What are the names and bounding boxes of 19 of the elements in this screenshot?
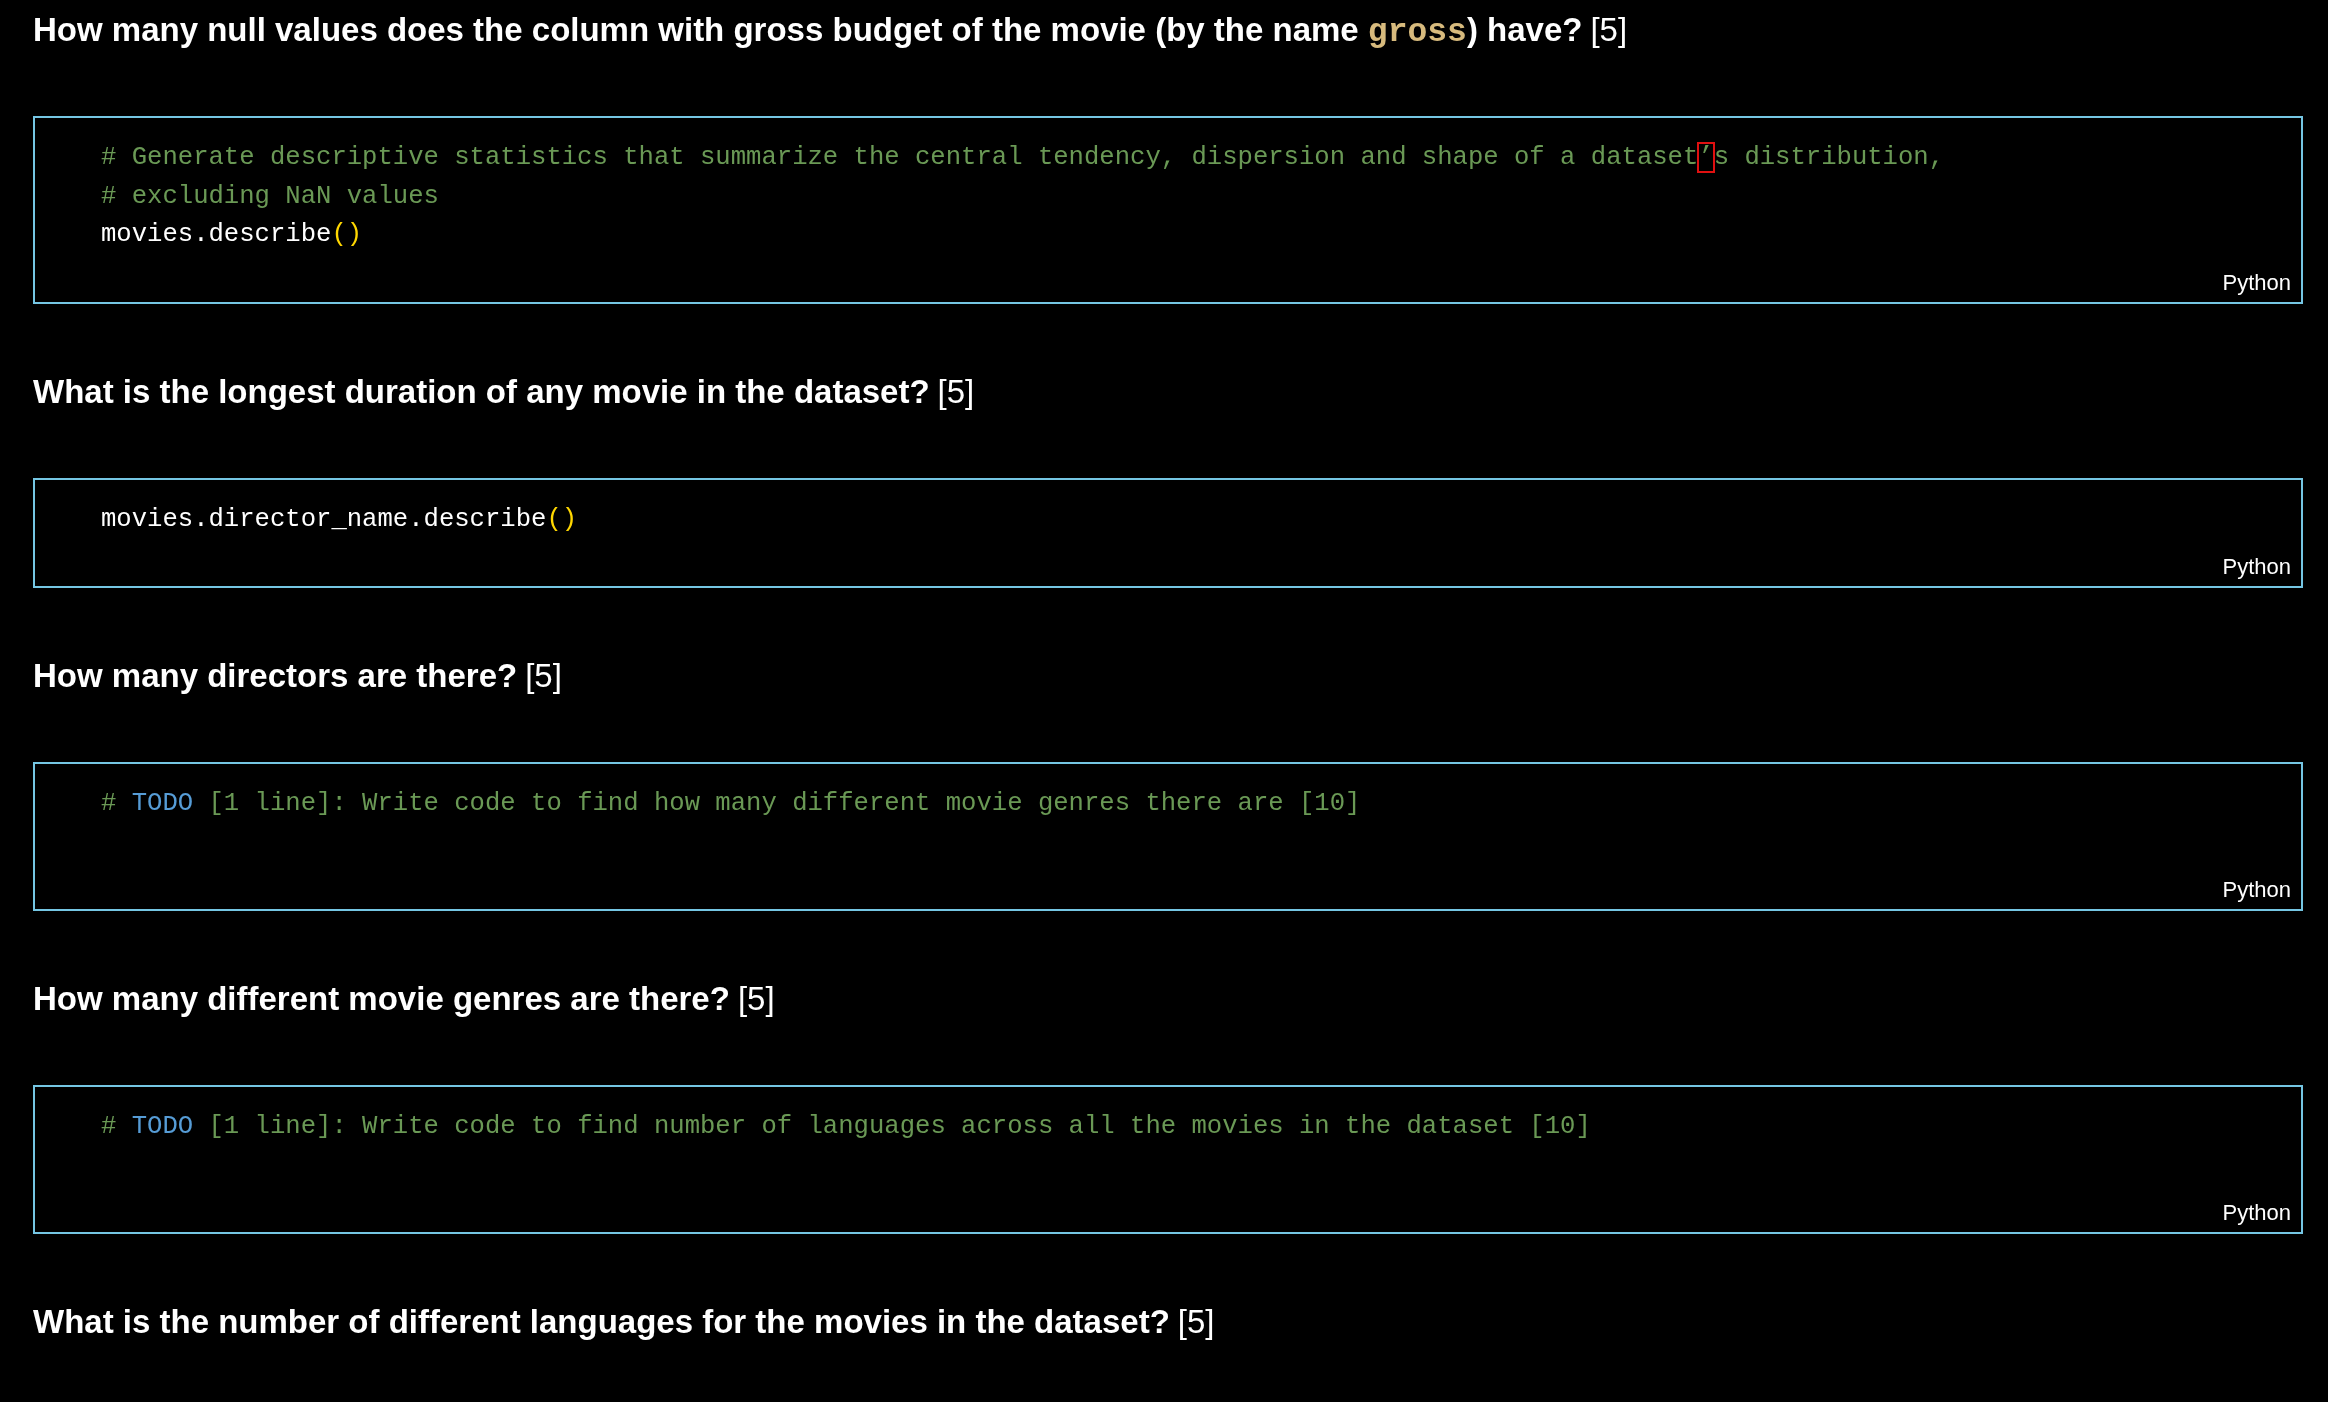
question-heading: How many null values does the column with gross budget of the movie (by the name gross) have? [5] <box>33 10 1628 50</box>
question-heading: How many directors are there? [5] <box>33 656 562 696</box>
code-line: # excluding NaN values <box>101 180 439 213</box>
code-line: movies.director_name.describe() <box>101 503 578 536</box>
code-cell[interactable]: # Generate descriptive statistics that summarize the central tendency, dispersion and shape of a dataset’s distribution, # excluding NaN values movies.describe() Python <box>33 116 2303 304</box>
code-cell[interactable]: # TODO [1 line]: Write code to find number of languages across all the movies in the dataset [10] Python <box>33 1085 2303 1234</box>
code-line: # TODO [1 line]: Write code to find number of languages across all the movies in the dataset [10] <box>101 1111 1591 1143</box>
language-label: Python <box>2222 876 2291 904</box>
question-heading: What is the number of different languages for the movies in the dataset? [5] <box>33 1302 1215 1342</box>
question-heading: How many different movie genres are there? [5] <box>33 979 775 1019</box>
language-label: Python <box>2222 268 2291 297</box>
code-line: # Generate descriptive statistics that summarize the central tendency, dispersion and shape of a dataset’s distribution, <box>101 142 1945 174</box>
code-line: # TODO [1 line]: Write code to find how many different movie genres there are [10] <box>101 788 1361 820</box>
question-heading: What is the longest duration of any movie in the dataset? [5] <box>33 371 975 412</box>
code-line: movies.describe() <box>101 219 363 251</box>
language-label: Python <box>2222 1199 2291 1227</box>
code-cell[interactable]: # TODO [1 line]: Write code to find how many different movie genres there are [10] Python <box>33 762 2303 911</box>
language-label: Python <box>2222 553 2291 581</box>
code-cell[interactable]: movies.director_name.describe() Python <box>33 477 2303 588</box>
